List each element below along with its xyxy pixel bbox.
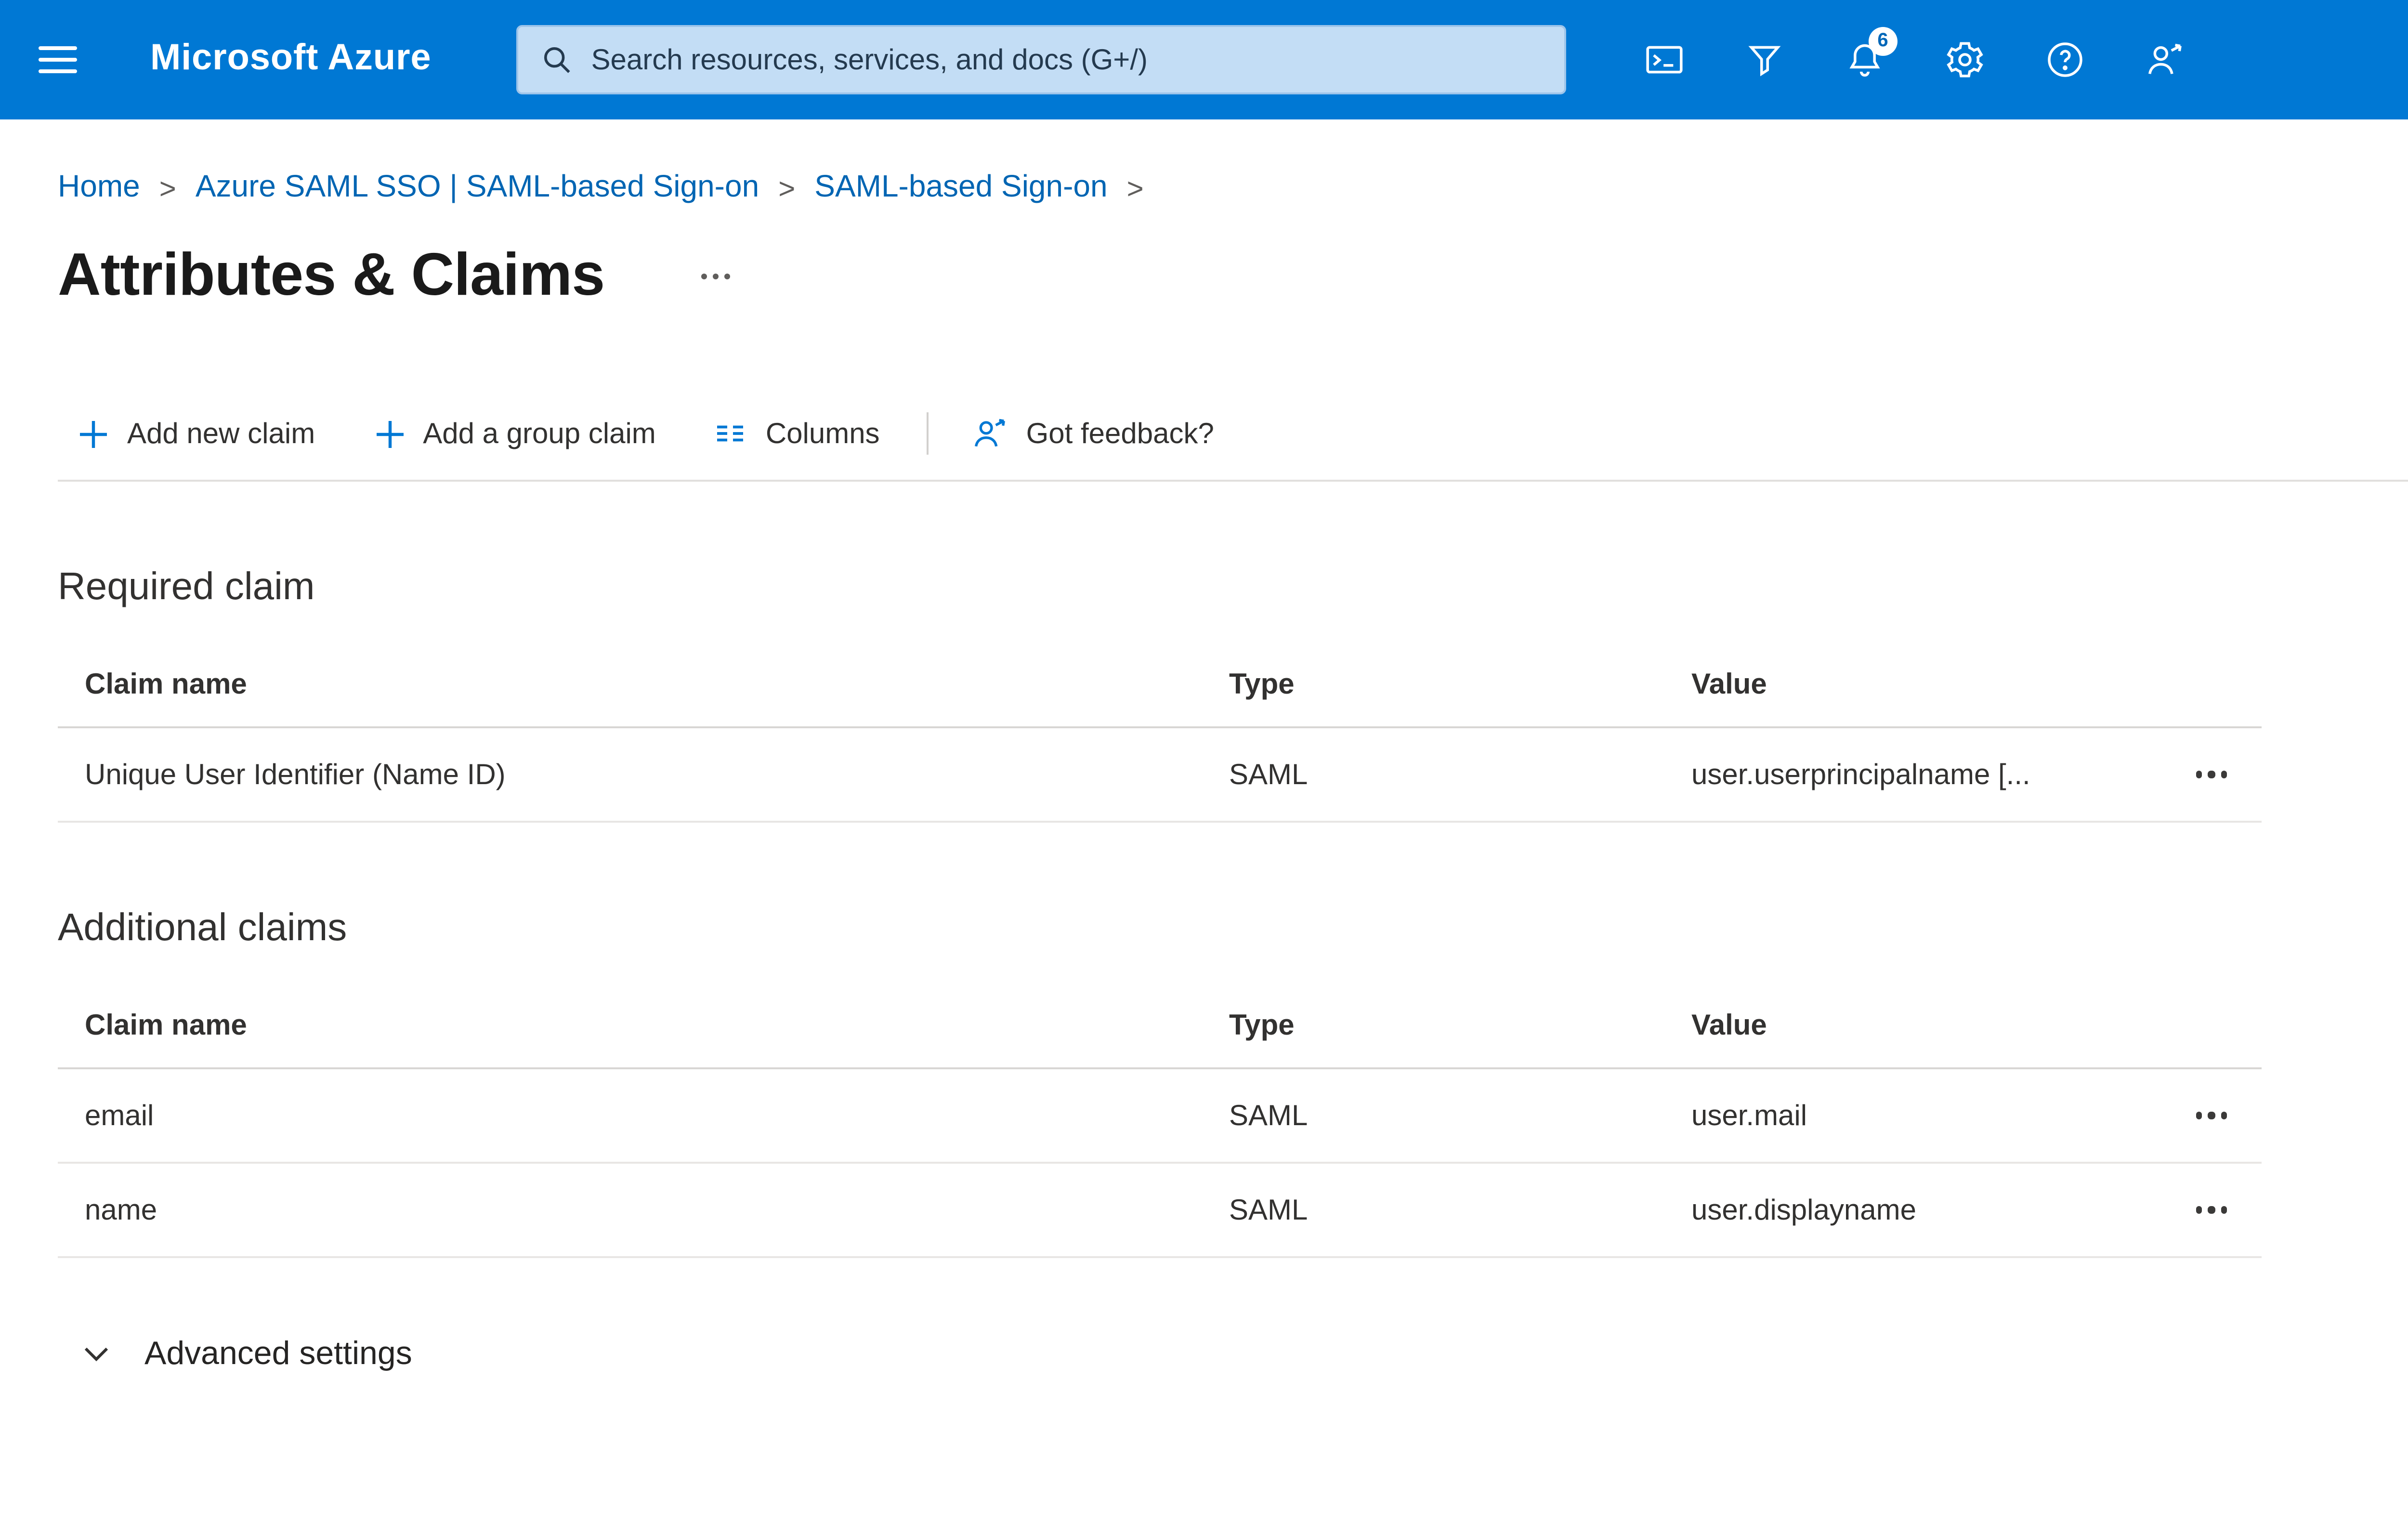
advanced-settings-label: Advanced settings (144, 1335, 412, 1372)
main-content: Home > Azure SAML SSO | SAML-based Sign-… (0, 119, 2408, 1374)
feedback-person-icon (2148, 43, 2182, 74)
table-row[interactable]: email SAML user.mail (58, 1069, 2262, 1164)
columns-label: Columns (765, 417, 880, 450)
brand-title: Microsoft Azure (150, 39, 432, 79)
columns-icon (718, 425, 744, 442)
table-header-row: Claim name Type Value (58, 983, 2262, 1069)
plus-icon (376, 420, 403, 447)
plus-icon (80, 420, 107, 447)
cell-claim-name[interactable]: Unique User Identifier (Name ID) (58, 758, 1229, 791)
required-claim-table: Claim name Type Value Unique User Identi… (58, 642, 2262, 823)
cell-value: user.mail (1691, 1099, 1807, 1132)
add-new-claim-label: Add new claim (127, 417, 315, 450)
feedback-button[interactable] (2129, 23, 2202, 96)
row-menu-button[interactable] (2187, 756, 2235, 793)
advanced-settings-expander[interactable]: Advanced settings (81, 1335, 412, 1374)
cell-value: user.userprincipalname [... (1691, 758, 2030, 791)
column-header-claim-name: Claim name (85, 668, 247, 700)
breadcrumb-item-saml-signon[interactable]: SAML-based Sign-on (814, 171, 1107, 206)
row-menu-button[interactable] (2187, 1097, 2235, 1134)
column-header-value: Value (1691, 1009, 1767, 1041)
column-header-type: Type (1229, 668, 1295, 700)
notifications-button[interactable]: 6 (1828, 23, 1901, 96)
settings-button[interactable] (1928, 23, 2002, 96)
additional-claims-section-title: Additional claims (58, 907, 347, 950)
column-header-value: Value (1691, 668, 1767, 700)
table-header-row: Claim name Type Value (58, 642, 2262, 728)
additional-claims-table: Claim name Type Value email SAML user.ma… (58, 983, 2262, 1258)
breadcrumb-item-home[interactable]: Home (58, 171, 140, 206)
page-title: Attributes & Claims (58, 241, 605, 308)
cell-type: SAML (1229, 758, 1308, 791)
breadcrumb-separator: > (159, 172, 176, 205)
search-icon (544, 47, 570, 73)
toolbar-divider (926, 412, 928, 455)
breadcrumb-separator: > (1126, 172, 1144, 205)
search-input[interactable] (587, 25, 1564, 94)
page-title-row: Attributes & Claims (58, 241, 2408, 310)
got-feedback-label: Got feedback? (1026, 417, 1214, 450)
notification-count-badge: 6 (1868, 27, 1898, 56)
table-row[interactable]: name SAML user.displayname (58, 1164, 2262, 1258)
global-search-box[interactable] (516, 25, 1566, 94)
hamburger-menu-button[interactable] (12, 0, 104, 119)
breadcrumb-separator: > (778, 172, 796, 205)
cell-type: SAML (1229, 1194, 1308, 1226)
cell-value: user.displayname (1691, 1194, 1916, 1226)
gear-icon (1946, 42, 1983, 78)
azure-portal-window: Microsoft Azure Search resources, servic… (0, 0, 2408, 1523)
add-new-claim-button[interactable]: Add new claim (77, 417, 315, 450)
cell-claim-name[interactable]: email (58, 1099, 1229, 1132)
breadcrumb-item-app[interactable]: Azure SAML SSO | SAML-based Sign-on (196, 171, 759, 206)
directory-filter-button[interactable] (1728, 23, 1801, 96)
breadcrumb: Home > Azure SAML SSO | SAML-based Sign-… (58, 119, 2408, 206)
cell-claim-name[interactable]: name (58, 1194, 1229, 1226)
top-bar: Microsoft Azure Search resources, servic… (0, 0, 2408, 119)
chevron-down-icon (84, 1347, 108, 1362)
topbar-icon-group: 6 (1628, 23, 2202, 96)
title-more-button[interactable] (689, 261, 741, 290)
cloud-shell-button[interactable] (1628, 23, 1701, 96)
feedback-person-icon (974, 419, 1005, 447)
cell-type: SAML (1229, 1099, 1308, 1132)
row-menu-button[interactable] (2187, 1191, 2235, 1229)
add-group-claim-label: Add a group claim (423, 417, 656, 450)
got-feedback-button[interactable]: Got feedback? (970, 414, 1214, 453)
table-row[interactable]: Unique User Identifier (Name ID) SAML us… (58, 728, 2262, 823)
filter-icon (1748, 46, 1781, 77)
columns-button[interactable]: Columns (714, 416, 880, 451)
command-bar: Add new claim Add a group claim Columns (58, 387, 2408, 482)
help-button[interactable] (2028, 23, 2102, 96)
cloud-shell-icon (1646, 46, 1683, 74)
help-icon (2047, 42, 2082, 77)
column-header-type: Type (1229, 1009, 1295, 1041)
required-claim-section-title: Required claim (58, 566, 315, 609)
add-group-claim-button[interactable]: Add a group claim (373, 417, 656, 450)
column-header-claim-name: Claim name (85, 1009, 247, 1041)
